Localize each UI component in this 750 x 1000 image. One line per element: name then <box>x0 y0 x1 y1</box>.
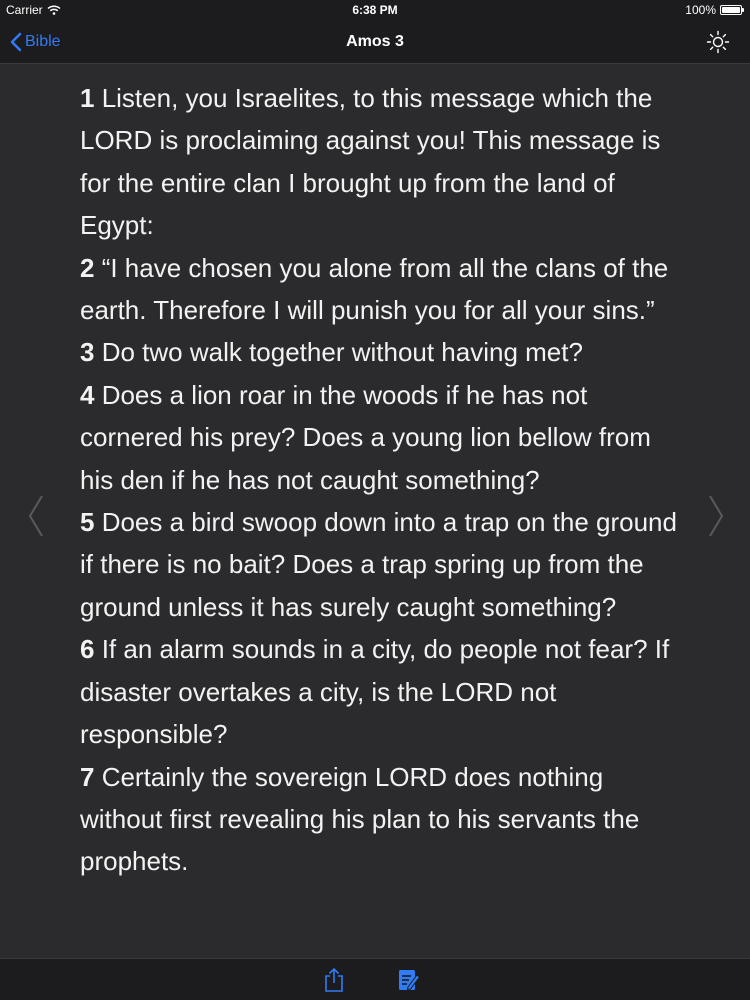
sun-icon <box>706 30 730 54</box>
note-edit-icon <box>399 970 421 991</box>
next-chapter-button[interactable] <box>706 494 726 538</box>
verse: 7 Certainly the sovereign LORD does noth… <box>80 756 690 883</box>
battery-icon <box>720 5 744 15</box>
verse-number: 1 <box>80 83 95 113</box>
verse-number: 4 <box>80 379 95 410</box>
verse-number: 5 <box>80 507 95 538</box>
verse-number: 6 <box>80 634 95 665</box>
clock: 6:38 PM <box>352 3 398 17</box>
page-title: Amos 3 <box>346 33 404 50</box>
chevron-right-icon <box>709 495 724 537</box>
verse-text: Does a bird swoop down into a trap on th… <box>80 507 677 622</box>
verse: 2 “I have chosen you alone from all the … <box>80 247 690 332</box>
verse-text: Do two walk together without having met? <box>94 337 583 368</box>
verse-number: 7 <box>80 761 95 792</box>
reader-screen: Carrier 6:38 PM 100% Bible Amos 3 1 List… <box>0 0 750 1000</box>
chevron-left-icon <box>28 495 43 537</box>
verse-text: If an alarm sounds in a city, do people … <box>80 634 670 750</box>
previous-chapter-button[interactable] <box>26 494 46 538</box>
share-button[interactable] <box>322 967 346 993</box>
verse-text: Certainly the sovereign LORD does nothin… <box>80 761 640 877</box>
notes-button[interactable] <box>397 967 421 993</box>
status-bar: Carrier 6:38 PM 100% <box>0 0 750 20</box>
verse: 5 Does a bird swoop down into a trap on … <box>80 501 690 628</box>
brightness-button[interactable] <box>706 30 730 54</box>
verse: 6 If an alarm sounds in a city, do peopl… <box>80 628 690 755</box>
battery-percent: 100% <box>685 3 716 17</box>
battery-indicator: 100% <box>685 3 744 17</box>
share-icon <box>325 967 343 992</box>
navigation-bar: Bible Amos 3 <box>0 20 750 64</box>
verse: 4 Does a lion roar in the woods if he ha… <box>80 374 690 501</box>
verse-text: Does a lion roar in the woods if he has … <box>80 379 651 495</box>
bottom-toolbar <box>0 958 750 1000</box>
verse-text: Listen, you Israelites, to this message … <box>80 83 661 241</box>
chapter-text: 1 Listen, you Israelites, to this messag… <box>80 77 690 957</box>
verse-number: 2 <box>80 252 95 283</box>
verse-number: 3 <box>80 337 95 368</box>
verse: 3 Do two walk together without having me… <box>80 331 690 373</box>
verse: 1 Listen, you Israelites, to this messag… <box>80 77 690 247</box>
verse-text: “I have chosen you alone from all the cl… <box>80 252 669 326</box>
